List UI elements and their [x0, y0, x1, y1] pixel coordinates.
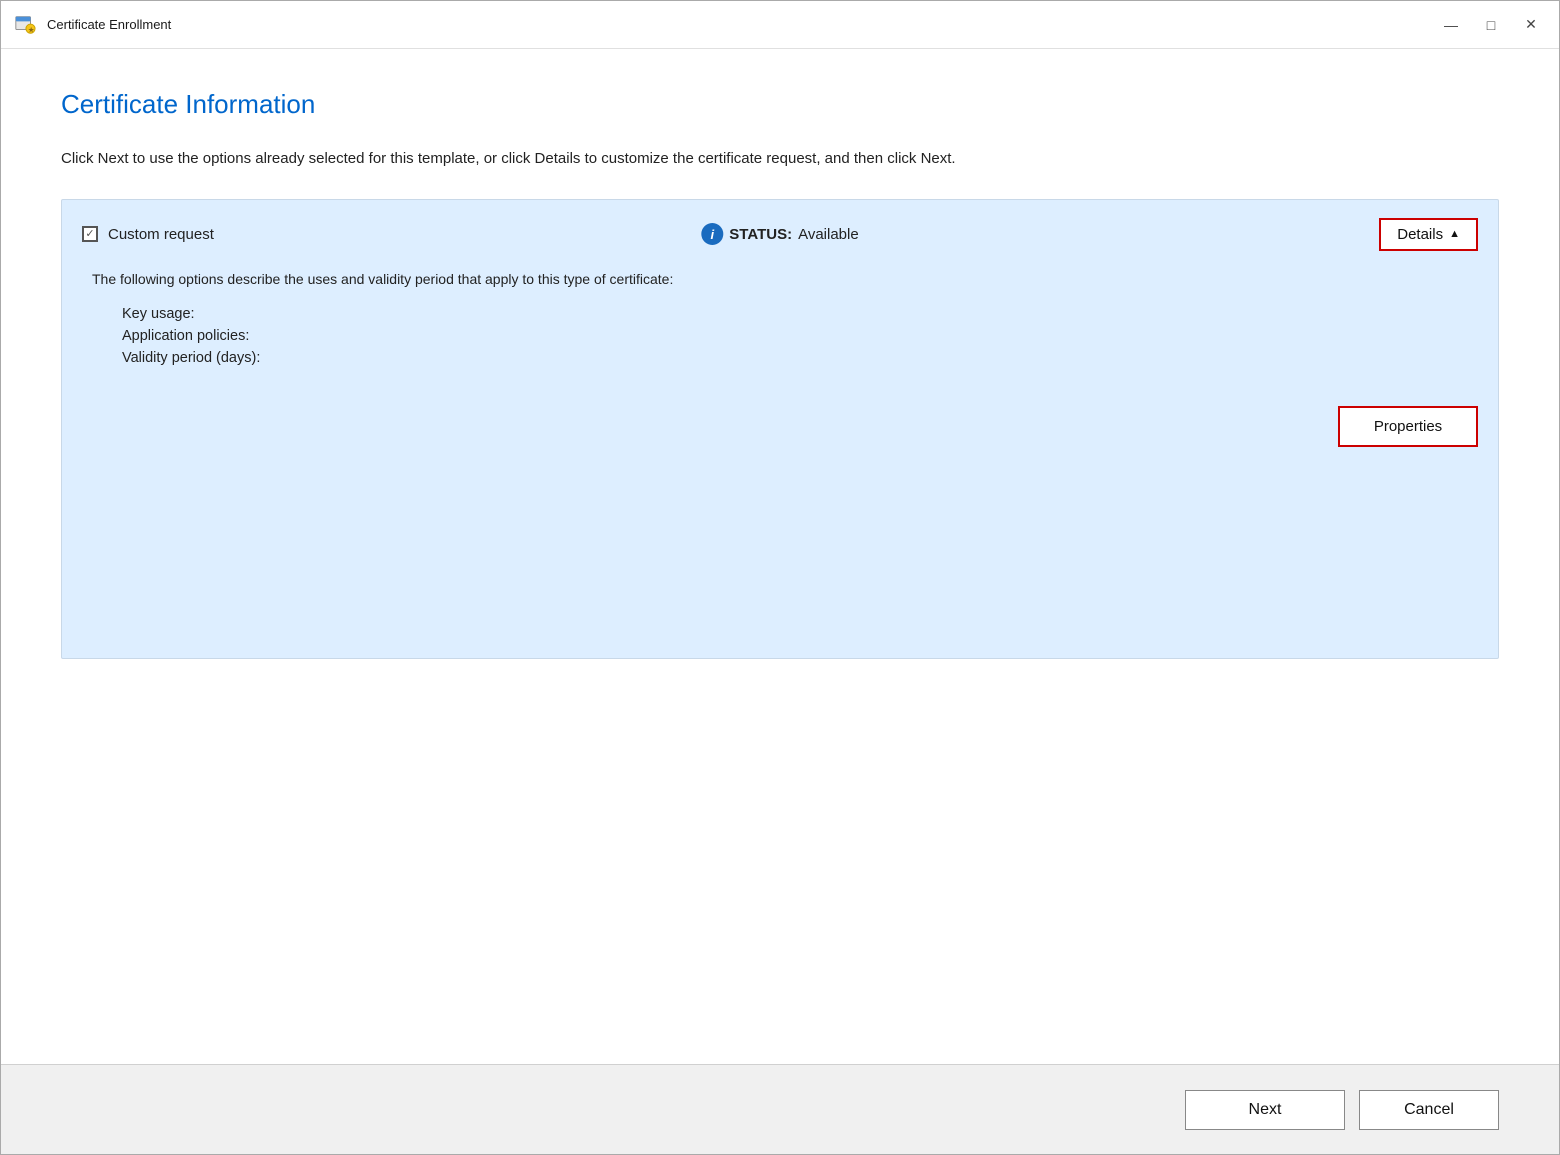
- title-bar-controls: — □ ✕: [1435, 13, 1547, 37]
- svg-text:★: ★: [27, 26, 34, 33]
- details-button[interactable]: Details ▲: [1379, 218, 1478, 251]
- validity-period-label: Validity period (days):: [122, 350, 1468, 366]
- certificate-icon: ★: [13, 13, 37, 37]
- custom-request-checkbox[interactable]: [82, 226, 98, 242]
- main-content: Certificate Information Click Next to us…: [1, 49, 1559, 1064]
- status-value: Available: [798, 226, 859, 243]
- window: ★ Certificate Enrollment — □ ✕ Certifica…: [0, 0, 1560, 1155]
- maximize-button[interactable]: □: [1475, 13, 1507, 37]
- close-button[interactable]: ✕: [1515, 13, 1547, 37]
- title-bar-left: ★ Certificate Enrollment: [13, 13, 171, 37]
- minimize-button[interactable]: —: [1435, 13, 1467, 37]
- chevron-up-icon: ▲: [1449, 228, 1460, 240]
- properties-button-area: Properties: [62, 386, 1498, 467]
- key-usage-label: Key usage:: [122, 306, 1468, 322]
- footer: Next Cancel: [1, 1064, 1559, 1154]
- info-icon: i: [701, 223, 723, 245]
- next-button[interactable]: Next: [1185, 1090, 1345, 1130]
- status-label: STATUS:: [729, 226, 792, 243]
- application-policies-label: Application policies:: [122, 328, 1468, 344]
- description-text: Click Next to use the options already se…: [61, 148, 1011, 171]
- certificate-properties-list: Key usage: Application policies: Validit…: [122, 306, 1468, 366]
- window-title: Certificate Enrollment: [47, 17, 171, 32]
- status-area: i STATUS: Available: [701, 223, 858, 245]
- card-body: The following options describe the uses …: [62, 269, 1498, 386]
- certificate-card: Custom request i STATUS: Available Detai…: [61, 199, 1499, 659]
- title-bar: ★ Certificate Enrollment — □ ✕: [1, 1, 1559, 49]
- cancel-button[interactable]: Cancel: [1359, 1090, 1499, 1130]
- page-title: Certificate Information: [61, 89, 1499, 120]
- card-body-description: The following options describe the uses …: [92, 269, 1468, 290]
- cert-name-label: Custom request: [108, 226, 214, 243]
- properties-button[interactable]: Properties: [1338, 406, 1478, 447]
- card-header: Custom request i STATUS: Available Detai…: [62, 200, 1498, 269]
